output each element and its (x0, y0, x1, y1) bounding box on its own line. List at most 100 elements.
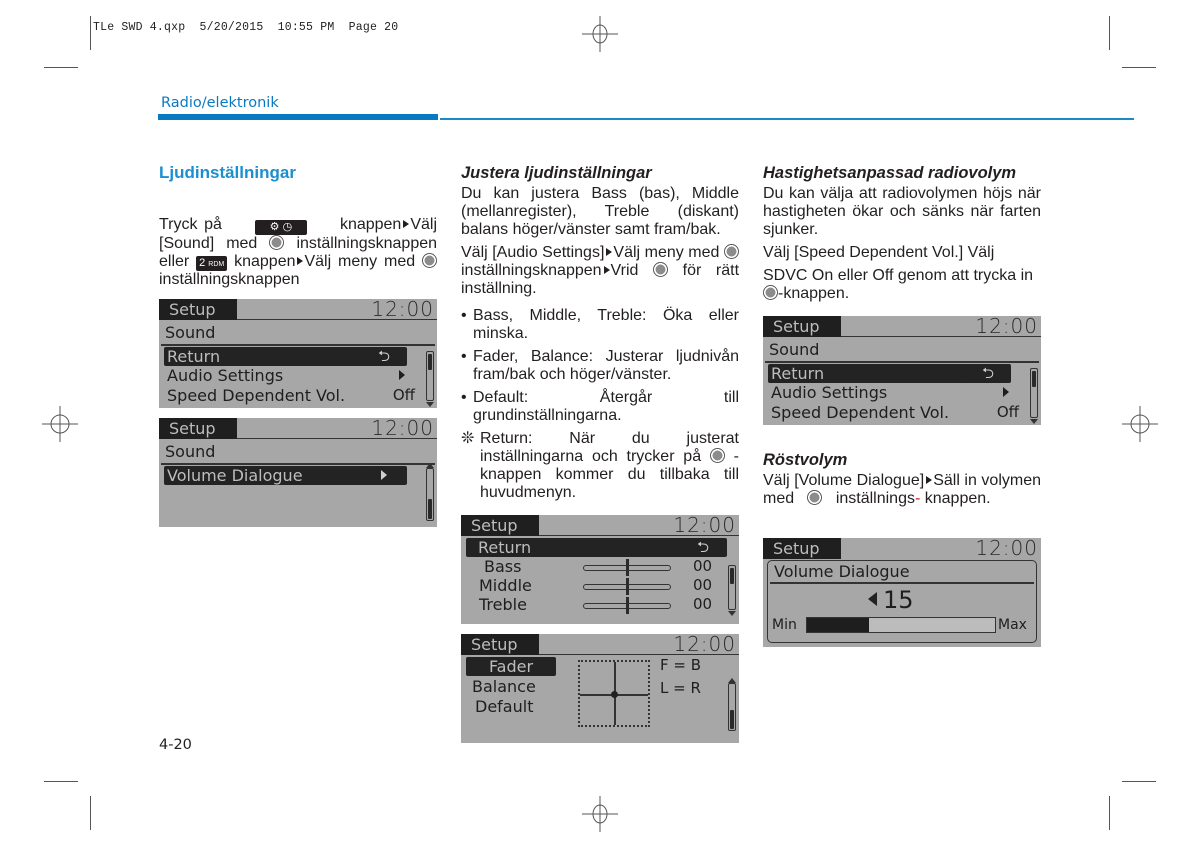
bass-slider[interactable] (583, 559, 671, 576)
tune-knob-icon (763, 285, 778, 300)
lcd-screen-audio-settings: Setup 12:00 Return ⮌ Bass 00 Middle 00 T… (461, 515, 739, 624)
lcd-subtitle: Sound (165, 323, 216, 342)
crop-mark (90, 796, 91, 830)
panel-title: Volume Dialogue (774, 562, 910, 581)
arrow-right-icon (399, 366, 405, 385)
treble-slider[interactable] (583, 597, 671, 614)
crop-mark (1122, 781, 1156, 782)
slider-handle[interactable] (625, 559, 629, 576)
tune-knob-icon (269, 235, 285, 250)
column-3: Hastighetsanpassad radiovolym Du kan väl… (763, 164, 1041, 308)
registration-mark-icon (42, 406, 78, 442)
note: ❊ Return: När du justerat inställningarn… (461, 430, 739, 501)
menu-item-balance[interactable]: Balance (469, 677, 536, 696)
crop-mark (1122, 67, 1156, 68)
lcd-clock: 12:00 (371, 418, 434, 440)
lcd-clock: 12:00 (371, 299, 434, 321)
scrollbar[interactable] (728, 683, 736, 731)
lcd-titlebar: Setup 12:00 (159, 418, 437, 439)
balance-value: L = R (660, 679, 701, 697)
middle-value: 00 (693, 576, 713, 594)
scrollbar[interactable] (426, 351, 434, 401)
section-heading: Ljudinställningar (159, 163, 296, 182)
print-slug: TLe SWD 4.qxp 5/20/2015 10:55 PM Page 20 (93, 21, 399, 34)
crop-mark (44, 781, 78, 782)
column-2: Justera ljudinställningar Du kan justera… (461, 164, 739, 502)
scroll-down-icon (1030, 419, 1038, 424)
lcd-divider (161, 463, 435, 465)
tune-knob-icon (653, 262, 669, 277)
treble-value: 00 (693, 595, 713, 613)
registration-mark-icon (582, 16, 618, 52)
lcd-clock: 12:00 (673, 634, 736, 656)
scrollbar[interactable] (1030, 368, 1038, 418)
paragraph: Välj [Volume Dialogue] Säll in volymen me… (763, 472, 1041, 507)
lcd-subtitle: Sound (769, 340, 820, 359)
lcd-divider (765, 361, 1039, 363)
fader-value: F = B (660, 656, 702, 674)
lcd-titlebar: Setup 12:00 (763, 316, 1041, 337)
slider-handle[interactable] (625, 597, 629, 614)
lcd-screen-sound-menu: Setup 12:00 Sound Return ⮌ Audio Setting… (763, 316, 1041, 425)
arrow-right-icon (606, 248, 613, 256)
speed-vol-value: Off (392, 386, 415, 404)
paragraph: Du kan justera Bass (bas), Middle (mella… (461, 185, 739, 238)
return-arrow-icon: ⮌ (696, 538, 709, 556)
menu-item-return[interactable]: Return (164, 347, 377, 366)
section-header: Radio/elektronik (161, 95, 279, 111)
lcd-clock: 12:00 (975, 316, 1038, 338)
fader-balance-grid[interactable] (578, 660, 650, 727)
return-arrow-icon[interactable]: ⮌ (965, 364, 1011, 383)
column-1: Ljudinställningar Tryck på ⚙ ◷ knappen Vä… (159, 164, 437, 294)
scrollbar[interactable] (728, 565, 736, 610)
lcd-divider (161, 344, 435, 346)
lcd-screen-fader-balance: Setup 12:00 Fader Balance Default F = B … (461, 634, 739, 743)
scroll-down-icon (426, 402, 434, 407)
menu-item-return[interactable]: Return (768, 364, 981, 383)
bullet-list: Bass, Middle, Treble: Öka eller minska. … (461, 307, 739, 425)
paragraph: Du kan välja att radiovolymen höjs när h… (763, 185, 1041, 238)
paragraph: SDVC On eller Off genom att trycka in -k… (763, 267, 1034, 302)
volume-bar-fill (807, 618, 870, 632)
list-item: Bass, Middle, Treble: Öka eller minska. (461, 307, 739, 343)
menu-item-default[interactable]: Default (472, 697, 533, 716)
fader-balance-point[interactable] (611, 691, 618, 698)
crop-mark (1109, 796, 1110, 830)
menu-item-speed-dependent-vol[interactable]: Speed Dependent Vol. (768, 403, 949, 422)
middle-slider[interactable] (583, 578, 671, 595)
arrow-right-icon (603, 266, 610, 274)
menu-item-speed-dependent-vol[interactable]: Speed Dependent Vol. (164, 386, 345, 405)
lcd-screen-sound-menu: Setup 12:00 Sound Return ⮌ Audio Setting… (159, 299, 437, 408)
header-rule-thin (440, 118, 1134, 120)
page-number: 4-20 (159, 737, 192, 753)
return-arrow-icon[interactable]: ⮌ (361, 347, 407, 366)
crop-mark (44, 67, 78, 68)
bass-value: 00 (693, 557, 713, 575)
max-label: Max (998, 617, 1027, 633)
menu-item-volume-dialogue[interactable]: Volume Dialogue (164, 466, 377, 485)
list-item: Fader, Balance: Justerar ljudnivån fram/… (461, 348, 739, 384)
scroll-down-icon (728, 611, 736, 616)
header-rule (158, 114, 438, 120)
column-3-lower: Röstvolym Välj [Volume Dialogue] Säll in … (763, 451, 1041, 513)
slider-handle[interactable] (625, 578, 629, 595)
menu-item-fader[interactable]: Fader (466, 657, 556, 676)
volume-bar[interactable] (806, 617, 996, 633)
menu-item-audio-settings[interactable]: Audio Settings (768, 383, 887, 402)
lcd-title: Setup (763, 538, 841, 559)
panel-divider (770, 582, 1034, 584)
registration-mark-icon (1122, 406, 1158, 442)
lcd-screen-volume-dialogue-menu: Setup 12:00 Sound Volume Dialogue (159, 418, 437, 527)
arrow-right-icon[interactable] (361, 466, 407, 485)
lcd-clock: 12:00 (975, 538, 1038, 560)
list-item: Default: Återgår till grundinställningar… (461, 389, 739, 425)
speed-vol-value: Off (996, 403, 1019, 421)
setup-clock-key-icon: ⚙ ◷ (254, 220, 307, 235)
tune-knob-icon (724, 244, 739, 259)
note-asterisk-icon: ❊ (461, 430, 475, 447)
menu-item-return[interactable]: Return (466, 538, 727, 557)
lcd-title: Setup (461, 515, 539, 536)
lcd-titlebar: Setup 12:00 (461, 634, 739, 655)
scrollbar[interactable] (426, 468, 434, 521)
menu-item-audio-settings[interactable]: Audio Settings (164, 366, 283, 385)
